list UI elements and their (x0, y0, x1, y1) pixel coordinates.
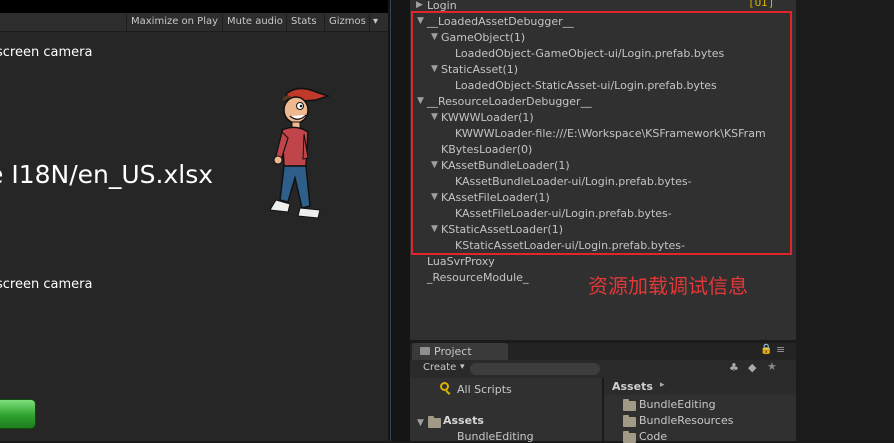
panel-menu-icon[interactable]: ≡ (776, 343, 785, 356)
green-start-button[interactable] (0, 399, 36, 429)
tree-item-resource-module[interactable]: _ResourceModule_ (427, 271, 528, 284)
search-input[interactable] (470, 363, 600, 375)
game-label-2: screen camera (0, 277, 93, 292)
search-icon (440, 382, 449, 391)
collapse-arrow-icon[interactable]: ▼ (417, 418, 424, 428)
game-render-area[interactable]: screen camera e I18N/en_US.xlsx screen c… (0, 32, 388, 441)
gizmos-dropdown-icon[interactable]: ▾ (369, 13, 383, 31)
maximize-on-play-button[interactable]: Maximize on Play (126, 13, 222, 31)
tab-project-label: Project (434, 345, 472, 358)
cartoon-character-image (269, 87, 331, 219)
asset-folder-code[interactable]: Code (639, 430, 667, 443)
asset-folder-bundle-editing[interactable]: BundleEditing (639, 398, 716, 411)
tab-project[interactable]: Project (412, 343, 508, 360)
game-label-language-file: e I18N/en_US.xlsx (0, 160, 214, 189)
stats-button[interactable]: Stats (286, 13, 324, 31)
favorite-all-scripts[interactable]: All Scripts (457, 383, 512, 396)
filter-by-label-icon[interactable]: ◆ (748, 361, 756, 374)
highlight-annotation-box (411, 11, 792, 255)
create-dropdown-icon[interactable]: ▾ (460, 362, 465, 372)
game-label-1: screen camera (0, 45, 93, 60)
annotation-label: 资源加载调试信息 (588, 274, 748, 298)
breadcrumb: Assets ▸ (604, 378, 796, 395)
folder-icon (623, 399, 636, 411)
mute-audio-button[interactable]: Mute audio (222, 13, 286, 31)
folder-icon (623, 431, 636, 443)
gizmos-button[interactable]: Gizmos (324, 13, 370, 31)
game-toolbar: Maximize on Play Mute audio Stats Gizmos… (0, 13, 388, 32)
asset-folder-bundle-resources[interactable]: BundleResources (639, 414, 733, 427)
panel-splitter[interactable] (388, 0, 410, 441)
folder-tab-icon (420, 347, 430, 355)
folder-icon (623, 415, 636, 427)
expand-arrow-icon[interactable]: ▶ (416, 0, 423, 10)
tree-item-bundle-editing[interactable]: BundleEditing (457, 430, 534, 443)
filter-by-type-icon[interactable]: ♣ (729, 361, 739, 374)
folder-icon (428, 416, 441, 428)
project-toolbar: Create ▾ ♣ ◆ ★ (410, 360, 796, 379)
ui-layer-tag: [UI] (748, 0, 775, 9)
breadcrumb-assets[interactable]: Assets (612, 380, 653, 393)
tree-item-assets[interactable]: Assets (443, 414, 484, 427)
create-button[interactable]: Create (423, 362, 456, 373)
lock-icon[interactable]: 🔒 (760, 344, 772, 355)
tree-item-lua-svr-proxy[interactable]: LuaSvrProxy (427, 255, 495, 268)
favorite-star-icon[interactable]: ★ (767, 360, 777, 373)
editor-side-background (796, 0, 894, 441)
breadcrumb-arrow-icon: ▸ (660, 380, 665, 390)
